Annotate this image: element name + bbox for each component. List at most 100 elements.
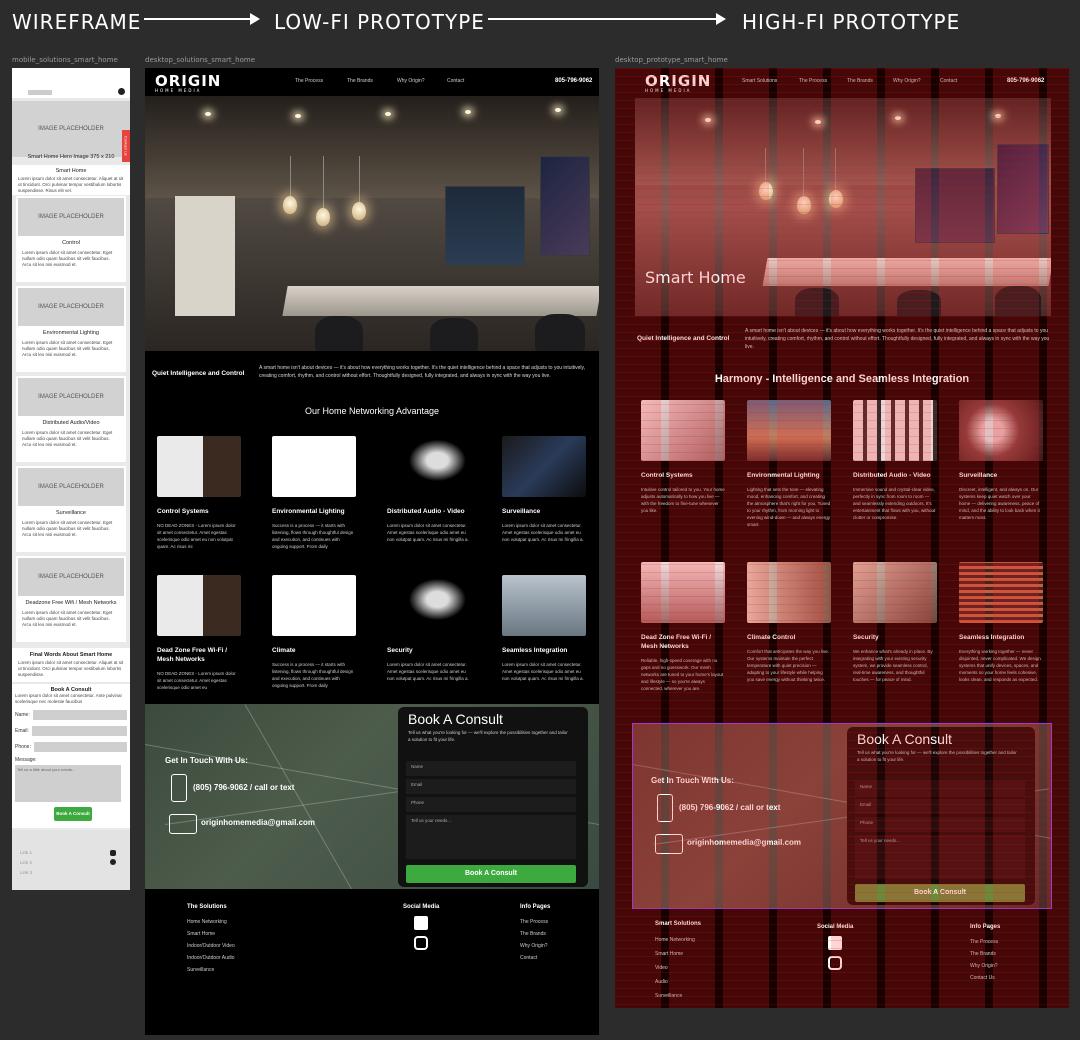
- wf-field-box[interactable]: [31, 726, 127, 736]
- footer-link[interactable]: Home Networking: [655, 933, 701, 947]
- wf-footer-link[interactable]: Link 3: [20, 868, 32, 878]
- email-input[interactable]: Email: [855, 799, 1025, 814]
- frame-label-desktop[interactable]: desktop_solutions_smart_home: [145, 56, 255, 64]
- nav-link[interactable]: Contact: [940, 78, 957, 84]
- lowfi-tile[interactable]: Dead Zone Free Wi-Fi / Mesh Networks NO …: [157, 575, 241, 691]
- nav-phone[interactable]: 805-796-9062: [555, 78, 592, 84]
- instagram-icon[interactable]: [110, 850, 116, 856]
- footer-link[interactable]: Surveillance: [655, 989, 701, 1003]
- lowfi-tile[interactable]: Control Systems NO DEAD ZONES - Lorem ip…: [157, 436, 241, 550]
- facebook-icon[interactable]: [414, 916, 429, 930]
- wf-field-box[interactable]: [32, 710, 127, 720]
- footer-link[interactable]: Surveillance: [187, 964, 235, 976]
- phone-input[interactable]: Phone: [855, 817, 1025, 832]
- lowfi-frame[interactable]: ORIGIN HOME MEDIA The Process The Brands …: [145, 68, 599, 1035]
- menu-icon[interactable]: [118, 88, 125, 95]
- wf-field-box[interactable]: [33, 742, 127, 752]
- wf-email-field[interactable]: Email:: [15, 725, 127, 737]
- nav-link[interactable]: The Brands: [347, 78, 373, 84]
- instagram-icon[interactable]: [828, 956, 843, 970]
- nav-link[interactable]: Contact: [447, 78, 464, 84]
- wf-footer-link[interactable]: Link 2: [20, 858, 32, 868]
- tile-title: Security: [387, 647, 413, 654]
- facebook-icon[interactable]: [110, 859, 116, 865]
- footer-link[interactable]: The Process: [520, 916, 550, 928]
- frame-label-mobile[interactable]: mobile_solutions_smart_home: [12, 56, 118, 64]
- tile-text: Discreet, intelligent, and always on. Ou…: [959, 487, 1040, 520]
- lowfi-tile[interactable]: Security Lorem ipsum dolor sit amet cons…: [387, 575, 471, 682]
- wireframe-frame[interactable]: IMAGE PLACEHOLDER Contact Us Smart Home …: [12, 68, 130, 890]
- footer-link[interactable]: The Brands: [970, 948, 1000, 960]
- footer-link[interactable]: Audio: [655, 975, 701, 989]
- nav-link[interactable]: Why Origin?: [893, 78, 921, 84]
- lowfi-tile[interactable]: Distributed Audio - Video Lorem ipsum do…: [387, 436, 471, 543]
- contact-email[interactable]: originhomemedia@gmail.com: [201, 818, 315, 827]
- lowfi-tile[interactable]: Seamless Integration Lorem ipsum dolor s…: [502, 575, 586, 682]
- needs-textarea[interactable]: Tell us your needs...: [855, 835, 1025, 879]
- nav-phone[interactable]: 805-796-9062: [1007, 78, 1044, 84]
- nav-link[interactable]: The Process: [799, 78, 827, 84]
- hifi-tile[interactable]: Distributed Audio - Video Immersive soun…: [853, 400, 937, 521]
- wf-footer-link[interactable]: Link 1: [20, 848, 32, 858]
- wf-card: IMAGE PLACEHOLDER Surveillance Lorem ips…: [16, 466, 126, 552]
- hifi-tile[interactable]: Climate Control Comfort that anticipates…: [747, 562, 831, 683]
- wf-message-field[interactable]: Tell us a little about your needs...: [15, 765, 121, 802]
- footer-link[interactable]: Home Networking: [187, 916, 235, 928]
- tile-image: [959, 562, 1043, 623]
- lowfi-logo[interactable]: ORIGIN HOME MEDIA: [155, 72, 221, 93]
- footer-link[interactable]: Contact: [520, 952, 550, 964]
- facebook-icon[interactable]: [828, 936, 843, 950]
- footer-link[interactable]: Why Origin?: [970, 960, 1000, 972]
- footer-link[interactable]: Video: [655, 961, 701, 975]
- footer-link[interactable]: Smart Home: [187, 928, 235, 940]
- frame-label-prototype[interactable]: desktop_prototype_smart_home: [615, 56, 728, 64]
- needs-textarea[interactable]: Tell us your needs...: [406, 815, 576, 859]
- hifi-tile[interactable]: Environmental Lighting Lighting that set…: [747, 400, 831, 528]
- hifi-tile[interactable]: Control Systems Intuitive control tailor…: [641, 400, 725, 514]
- nav-link[interactable]: The Brands: [847, 78, 873, 84]
- hifi-tile[interactable]: Surveillance Discreet, intelligent, and …: [959, 400, 1043, 521]
- footer-link[interactable]: Contact Us: [970, 972, 1000, 984]
- footer-link[interactable]: The Brands: [520, 928, 550, 940]
- contact-phone[interactable]: (805) 796-9062 / call or text: [679, 803, 780, 812]
- hifi-consult-section[interactable]: Get In Touch With Us: (805) 796-9062 / c…: [632, 723, 1052, 909]
- footer-link[interactable]: The Process: [970, 936, 1000, 948]
- stage-title-wireframe: WIREFRAME: [12, 10, 142, 34]
- wf-card-text: Lorem ipsum dolor sit amet consectetur. …: [22, 610, 113, 627]
- instagram-icon[interactable]: [414, 936, 429, 950]
- wf-field-label: Email:: [15, 728, 29, 734]
- contact-email[interactable]: originhomemedia@gmail.com: [687, 838, 801, 847]
- name-input[interactable]: Name: [406, 761, 576, 776]
- lowfi-tile[interactable]: Surveillance Lorem ipsum dolor sit amet …: [502, 436, 586, 543]
- footer-link[interactable]: Indoor/Outdoor Audio: [187, 952, 235, 964]
- footer-social: Social Media: [817, 924, 853, 970]
- nav-link[interactable]: Smart Solutions: [742, 78, 777, 84]
- hifi-logo[interactable]: ORIGIN HOME MEDIA: [645, 72, 711, 93]
- stage-title-lowfi: LOW-FI PROTOTYPE: [274, 10, 485, 34]
- email-input[interactable]: Email: [406, 779, 576, 794]
- contact-phone[interactable]: (805) 796-9062 / call or text: [193, 783, 294, 792]
- wf-book-consult-button[interactable]: Book A Consult: [54, 807, 92, 821]
- name-input[interactable]: Name: [855, 781, 1025, 796]
- wf-name-field[interactable]: Name:: [15, 709, 127, 721]
- footer-link[interactable]: Why Origin?: [520, 940, 550, 952]
- hifi-tile[interactable]: Dead Zone Free Wi-Fi / Mesh Networks Rel…: [641, 562, 725, 692]
- book-consult-button[interactable]: Book A Consult: [406, 865, 576, 883]
- wf-card-placeholder: IMAGE PLACEHOLDER: [18, 198, 124, 236]
- nav-link[interactable]: The Process: [295, 78, 323, 84]
- book-consult-button[interactable]: Book A Consult: [855, 884, 1025, 902]
- consult-fields: Name Email Phone Tell us your needs...: [855, 781, 1025, 882]
- hifi-frame[interactable]: ORIGIN HOME MEDIA Smart Solutions The Pro…: [615, 68, 1069, 1008]
- footer-link[interactable]: Indoor/Outdoor Video: [187, 940, 235, 952]
- nav-link[interactable]: Why Origin?: [397, 78, 425, 84]
- hifi-tile[interactable]: Seamless Integration Everything working …: [959, 562, 1043, 683]
- lowfi-tile[interactable]: Climate Success is a process — it starts…: [272, 575, 356, 689]
- wf-final-title: Final Words About Smart Home: [29, 652, 113, 658]
- hifi-tile[interactable]: Security We enhance what's already in pl…: [853, 562, 937, 683]
- lowfi-tile[interactable]: Environmental Lighting Success is a proc…: [272, 436, 356, 550]
- phone-input[interactable]: Phone: [406, 797, 576, 812]
- tile-title: Dead Zone Free Wi-Fi / Mesh Networks: [641, 634, 712, 650]
- wf-card-placeholder: IMAGE PLACEHOLDER: [18, 378, 124, 416]
- footer-link[interactable]: Smart Home: [655, 947, 701, 961]
- wf-phone-field[interactable]: Phone:: [15, 741, 127, 753]
